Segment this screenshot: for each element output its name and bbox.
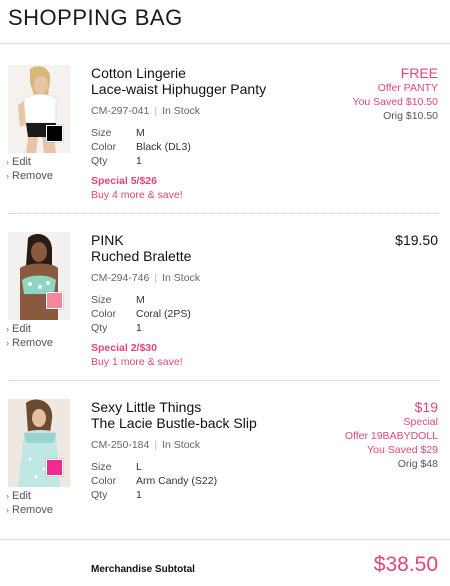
size-value: M	[136, 127, 145, 139]
remove-link[interactable]: › Remove	[6, 336, 53, 350]
size-label: Size	[91, 461, 112, 473]
color-value: Coral (2PS)	[136, 308, 191, 320]
qty-label: Qty	[91, 155, 108, 167]
edit-link[interactable]: › Edit	[6, 155, 53, 169]
stock-status: In Stock	[162, 439, 201, 451]
chevron-right-icon: ›	[6, 338, 9, 348]
size-value: L	[136, 461, 142, 473]
edit-link[interactable]: › Edit	[6, 489, 53, 503]
page-title: SHOPPING BAG	[8, 5, 183, 30]
qty-value: 1	[136, 322, 142, 334]
qty-value: 1	[136, 155, 142, 167]
color-swatch	[46, 459, 63, 476]
summary-divider	[0, 539, 450, 540]
savings: You Saved $29	[367, 444, 438, 456]
color-label: Color	[91, 308, 117, 320]
subtotal-label: Merchandise Subtotal	[91, 564, 195, 575]
size-value: M	[136, 294, 145, 306]
color-swatch	[46, 292, 63, 309]
color-label: Color	[91, 475, 117, 487]
chevron-right-icon: ›	[6, 491, 9, 501]
product-name-line1[interactable]: PINK	[91, 232, 200, 248]
edit-link[interactable]: › Edit	[6, 322, 53, 336]
subtotal-value: $38.50	[373, 553, 438, 576]
offer-code: Offer 19BABYDOLL	[344, 430, 438, 442]
color-value: Arm Candy (S22)	[136, 475, 218, 487]
item-divider	[8, 380, 440, 381]
sku: CM-297-041	[91, 105, 150, 117]
size-label: Size	[91, 294, 112, 306]
product-name-line1[interactable]: Cotton Lingerie	[91, 65, 266, 81]
product-image[interactable]	[8, 232, 70, 320]
product-name-line2[interactable]: Lace-waist Hiphugger Panty	[91, 81, 266, 97]
promo-note: Buy 4 more & save!	[91, 189, 183, 201]
savings: You Saved $10.50	[352, 96, 438, 108]
stock-status: In Stock	[162, 105, 201, 117]
color-value: Black (DL3)	[136, 141, 191, 153]
offer-label: Special	[403, 416, 438, 428]
item-divider	[8, 213, 440, 214]
price-main: $19	[414, 399, 438, 415]
cart-item: › Edit › Remove PINK Ruched Bralette CM-29…	[6, 232, 438, 368]
price-block: $19 Special Offer 19BABYDOLL You Saved $…	[345, 399, 438, 471]
stock-status: In Stock	[162, 272, 201, 284]
price-main: $19.50	[395, 232, 438, 248]
promo-title: Special 5/$26	[91, 175, 157, 187]
price-block: $19.50	[395, 232, 438, 248]
chevron-right-icon: ›	[6, 157, 9, 167]
product-name-line2[interactable]: The Lacie Bustle-back Slip	[91, 415, 257, 431]
product-name-line2[interactable]: Ruched Bralette	[91, 248, 200, 264]
sku: CM-250-184	[91, 439, 150, 451]
offer-code: Offer PANTY	[377, 82, 438, 94]
original-price: Orig $48	[397, 458, 438, 470]
original-price: Orig $10.50	[383, 110, 438, 122]
promo-note: Buy 1 more & save!	[91, 356, 183, 368]
cart-item: › Edit › Remove Cotton Lingerie Lace-waist…	[6, 65, 438, 201]
sku: CM-294-746	[91, 272, 150, 284]
product-name-line1[interactable]: Sexy Little Things	[91, 399, 257, 415]
price-main: FREE	[400, 65, 438, 81]
qty-label: Qty	[91, 322, 108, 334]
price-block: FREE Offer PANTY You Saved $10.50 Orig $…	[353, 65, 438, 123]
qty-label: Qty	[91, 489, 108, 501]
chevron-right-icon: ›	[6, 505, 9, 515]
remove-link[interactable]: › Remove	[6, 503, 53, 517]
qty-value: 1	[136, 489, 142, 501]
size-label: Size	[91, 127, 112, 139]
color-swatch	[46, 125, 63, 142]
cart-item: › Edit › Remove Sexy Little Things The Lac…	[6, 399, 438, 517]
header-divider	[0, 43, 450, 44]
promo-title: Special 2/$30	[91, 342, 157, 354]
product-image[interactable]	[8, 65, 70, 153]
remove-link[interactable]: › Remove	[6, 169, 53, 183]
chevron-right-icon: ›	[6, 171, 9, 181]
chevron-right-icon: ›	[6, 324, 9, 334]
color-label: Color	[91, 141, 117, 153]
product-image[interactable]	[8, 399, 70, 487]
